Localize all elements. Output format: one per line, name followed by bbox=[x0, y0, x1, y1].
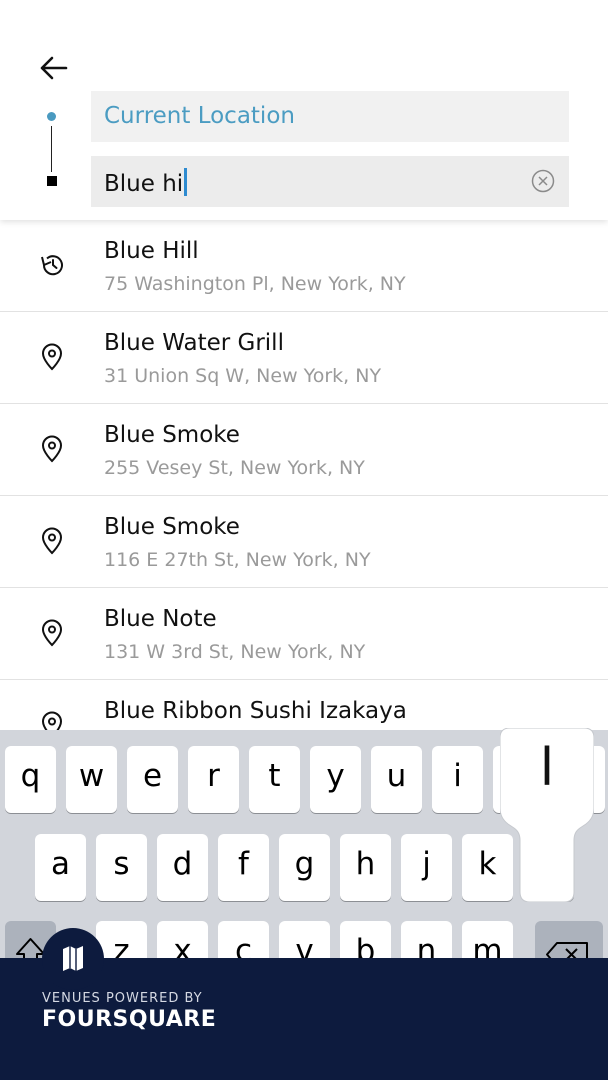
location-pin-icon bbox=[38, 618, 66, 648]
key-q[interactable]: q bbox=[5, 746, 56, 813]
location-pin-icon bbox=[38, 434, 66, 464]
result-address: 31 Union Sq W, New York, NY bbox=[104, 365, 382, 387]
search-result-row[interactable]: Blue Smoke 255 Vesey St, New York, NY bbox=[0, 404, 608, 496]
key-d[interactable]: d bbox=[157, 834, 208, 901]
result-title: Blue Ribbon Sushi Izakaya bbox=[104, 698, 407, 724]
location-pin-icon bbox=[38, 526, 66, 556]
key-s[interactable]: s bbox=[96, 834, 147, 901]
foursquare-logo: FOURSQUARE bbox=[42, 1007, 217, 1032]
search-results-list: Blue Hill 75 Washington Pl, New York, NY B… bbox=[0, 220, 608, 740]
result-address: 116 E 27th St, New York, NY bbox=[104, 549, 371, 571]
key-h[interactable]: h bbox=[340, 834, 391, 901]
key-g[interactable]: g bbox=[279, 834, 330, 901]
key-e[interactable]: e bbox=[127, 746, 178, 813]
map-toggle-button[interactable] bbox=[42, 928, 104, 990]
search-result-row[interactable]: Blue Hill 75 Washington Pl, New York, NY bbox=[0, 220, 608, 312]
key-r[interactable]: r bbox=[188, 746, 239, 813]
clear-text-icon[interactable] bbox=[531, 169, 555, 193]
pickup-dot-icon bbox=[47, 112, 56, 121]
location-pin-icon bbox=[38, 342, 66, 372]
key-i[interactable]: i bbox=[432, 746, 483, 813]
key-f[interactable]: f bbox=[218, 834, 269, 901]
map-icon bbox=[63, 946, 83, 971]
key-a[interactable]: a bbox=[35, 834, 86, 901]
popup-key-label: l bbox=[539, 738, 555, 798]
destination-field[interactable]: Blue hi bbox=[91, 156, 569, 207]
result-address: 255 Vesey St, New York, NY bbox=[104, 457, 365, 479]
pickup-field-text: Current Location bbox=[104, 103, 295, 129]
powered-by-label: VENUES POWERED BY bbox=[42, 991, 203, 1006]
result-title: Blue Water Grill bbox=[104, 330, 284, 356]
back-arrow-icon[interactable] bbox=[36, 50, 72, 86]
result-title: Blue Hill bbox=[104, 238, 199, 264]
key-t[interactable]: t bbox=[249, 746, 300, 813]
destination-field-text: Blue hi bbox=[104, 171, 184, 197]
result-title: Blue Smoke bbox=[104, 422, 240, 448]
destination-square-icon bbox=[47, 176, 57, 186]
result-address: 75 Washington Pl, New York, NY bbox=[104, 273, 406, 295]
pickup-field[interactable]: Current Location bbox=[91, 91, 569, 142]
key-j[interactable]: j bbox=[401, 834, 452, 901]
history-icon bbox=[38, 250, 66, 280]
result-title: Blue Note bbox=[104, 606, 217, 632]
search-result-row[interactable]: Blue Smoke 116 E 27th St, New York, NY bbox=[0, 496, 608, 588]
search-result-row[interactable]: Blue Note 131 W 3rd St, New York, NY bbox=[0, 588, 608, 680]
key-y[interactable]: y bbox=[310, 746, 361, 813]
route-connector-line bbox=[51, 126, 52, 172]
key-u[interactable]: u bbox=[371, 746, 422, 813]
key-w[interactable]: w bbox=[66, 746, 117, 813]
search-result-row[interactable]: Blue Water Grill 31 Union Sq W, New York,… bbox=[0, 312, 608, 404]
search-header: Current Location Blue hi bbox=[0, 0, 608, 220]
result-address: 131 W 3rd St, New York, NY bbox=[104, 641, 366, 663]
text-caret bbox=[184, 168, 188, 196]
key-press-popup: l bbox=[499, 727, 595, 903]
result-title: Blue Smoke bbox=[104, 514, 240, 540]
